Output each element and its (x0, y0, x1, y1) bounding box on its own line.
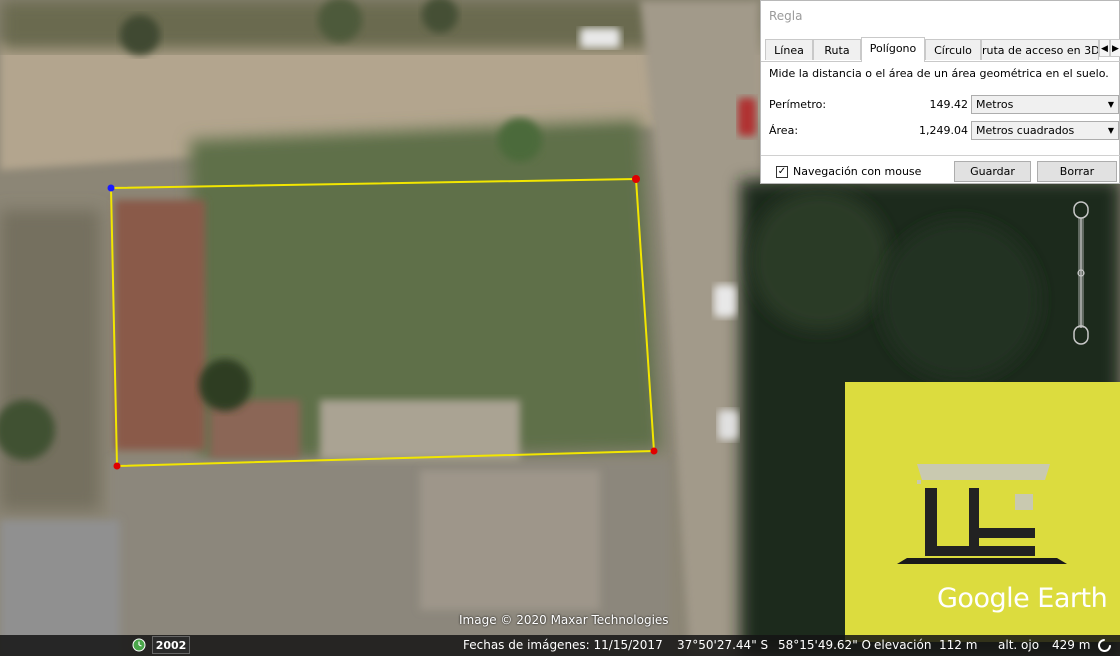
area-unit-value: Metros cuadrados (976, 124, 1075, 137)
imagery-copyright: Image © 2020 Maxar Technologies (459, 613, 669, 627)
eye-alt-value: 429 m (1052, 638, 1091, 652)
area-value: 1,249.04 (919, 124, 968, 137)
area-unit-select[interactable]: Metros cuadrados ▼ (971, 121, 1119, 140)
zoom-slider[interactable] (1072, 200, 1090, 346)
perimeter-label: Perímetro: (769, 98, 827, 111)
tab-poligono[interactable]: Polígono (861, 37, 925, 62)
chevron-down-icon: ▼ (1107, 100, 1114, 109)
polygon-vertex (650, 447, 658, 455)
mouse-nav-checkbox[interactable]: ✓ (776, 166, 788, 178)
longitude-readout: 58°15'49.62" O (778, 638, 871, 652)
dialog-title: Regla (761, 1, 1119, 31)
divider (761, 155, 1120, 156)
tab-scroll-right-icon[interactable]: ▶ (1110, 39, 1120, 57)
tab-description: Mide la distancia o el área de un área g… (769, 67, 1109, 80)
tab-circulo[interactable]: Círculo (925, 39, 981, 60)
tab-ruta[interactable]: Ruta (813, 39, 861, 60)
perimeter-unit-select[interactable]: Metros ▼ (971, 95, 1119, 114)
imagery-date: Fechas de imágenes: 11/15/2017 (463, 638, 663, 652)
perimeter-unit-value: Metros (976, 98, 1014, 111)
eye-alt-label: alt. ojo (998, 638, 1040, 652)
historical-imagery-clock-icon[interactable] (132, 638, 146, 652)
tab-ruta-3d[interactable]: ruta de acceso en 3D (981, 39, 1099, 60)
perimeter-value: 149.42 (929, 98, 969, 111)
tab-linea[interactable]: Línea (765, 39, 813, 60)
tab-scroll-left-icon[interactable]: ◀ (1099, 39, 1110, 57)
mouse-nav-label[interactable]: Navegación con mouse (793, 165, 921, 178)
latitude-readout: 37°50'27.44" S (677, 638, 769, 652)
house-logo-icon (897, 464, 1067, 564)
tab-bar: Línea Ruta Polígono Círculo ruta de acce… (761, 37, 1120, 62)
elevation-label: elevación (874, 638, 932, 652)
ruler-dialog: Regla Línea Ruta Polígono Círculo ruta d… (760, 0, 1120, 184)
save-button[interactable]: Guardar (954, 161, 1031, 182)
chevron-down-icon: ▼ (1107, 126, 1114, 135)
historical-year-button[interactable]: 2002 (152, 636, 190, 654)
polygon-vertex (113, 462, 121, 470)
google-earth-logo-text: Google Earth (937, 583, 1108, 614)
clear-button[interactable]: Borrar (1037, 161, 1117, 182)
polygon-vertex (632, 175, 640, 183)
area-label: Área: (769, 124, 799, 137)
polygon-start-vertex (107, 184, 115, 192)
loading-spinner-icon (1098, 639, 1111, 652)
elevation-value: 112 m (939, 638, 978, 652)
